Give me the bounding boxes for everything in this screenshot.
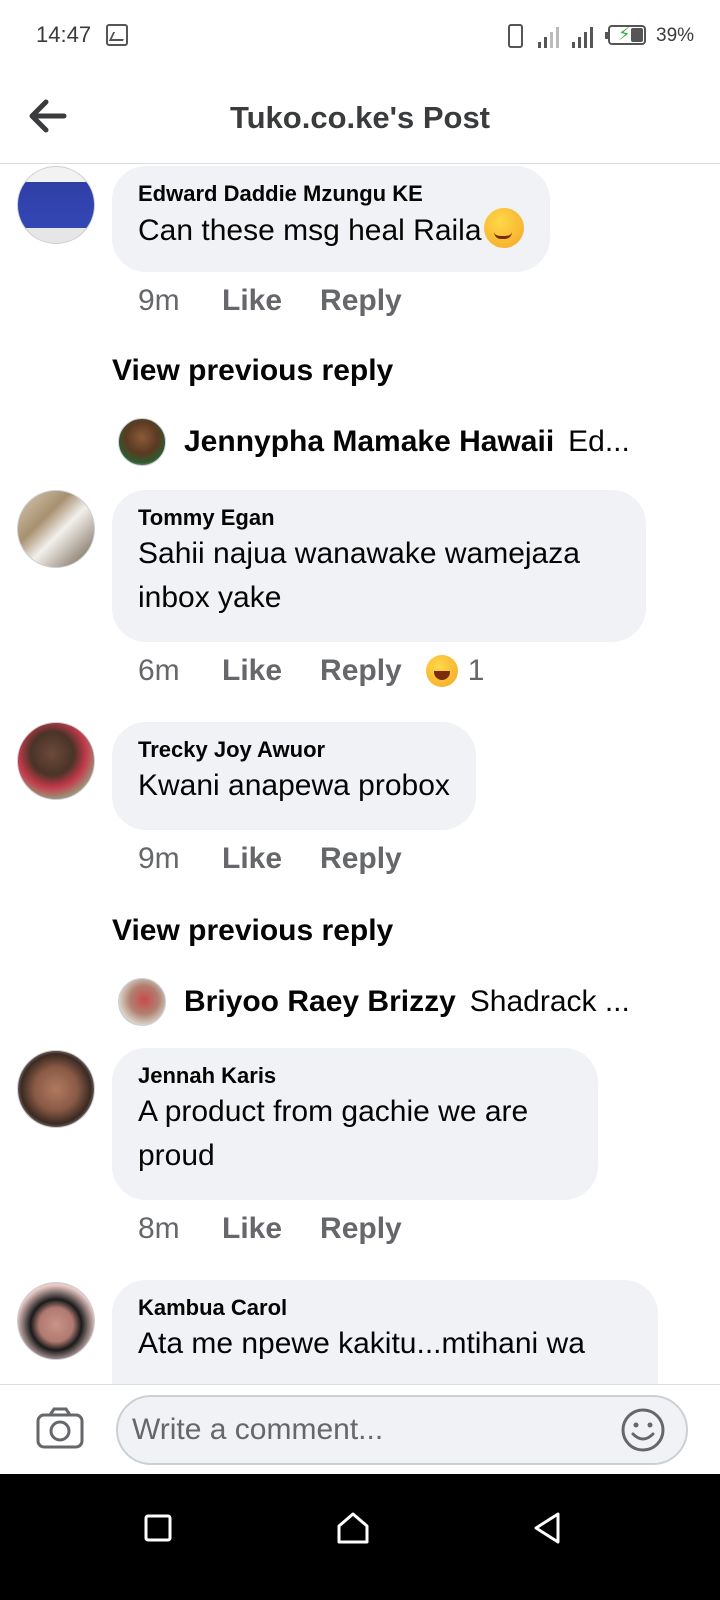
comment-author[interactable]: Tommy Egan xyxy=(138,504,620,532)
comment-actions: 6m Like Reply 1 xyxy=(138,654,484,688)
home-icon[interactable] xyxy=(331,1506,375,1550)
view-previous-reply-link[interactable]: View previous reply xyxy=(112,914,393,948)
battery-icon: ⚡ xyxy=(605,24,646,45)
comment-text: Ata me npewe kakitu...mtihani wa xyxy=(138,1327,585,1360)
comment-author[interactable]: Trecky Joy Awuor xyxy=(138,736,450,764)
comment-bubble[interactable]: Tommy Egan Sahii najua wanawake wamejaza… xyxy=(112,490,646,642)
reaction-count: 1 xyxy=(467,654,485,687)
comment-composer xyxy=(0,1384,720,1474)
reply-button[interactable]: Reply xyxy=(320,842,402,876)
comment-author[interactable]: Kambua Carol xyxy=(138,1294,632,1322)
like-button[interactable]: Like xyxy=(222,842,282,876)
page-title: Tuko.co.ke's Post xyxy=(229,100,491,135)
battery-percent: 39% xyxy=(656,25,695,46)
signal-icon xyxy=(538,24,564,48)
reply-snippet: Shadrack ... xyxy=(469,985,630,1018)
avatar xyxy=(118,418,166,466)
comment-text: Kwani anapewa probox xyxy=(138,769,450,802)
recent-apps-icon[interactable] xyxy=(136,1506,180,1550)
avatar[interactable] xyxy=(17,1050,95,1128)
laughing-emoji-icon xyxy=(425,655,458,687)
reply-preview[interactable]: Briyoo Raey Brizzy Shadrack ... xyxy=(118,978,658,1026)
comment-bubble[interactable]: Kambua Carol Ata me npewe kakitu...mtiha… xyxy=(112,1280,658,1384)
comment-bubble[interactable]: Jennah Karis A product from gachie we ar… xyxy=(112,1048,598,1200)
reply-snippet: Ed... xyxy=(568,425,630,458)
reply-button[interactable]: Reply xyxy=(320,1212,402,1246)
back-triangle-icon[interactable] xyxy=(526,1506,570,1550)
comment-input[interactable] xyxy=(116,1395,688,1465)
comment-author[interactable]: Jennah Karis xyxy=(138,1062,572,1090)
reply-button[interactable]: Reply xyxy=(320,654,402,688)
comment-actions: 9m Like Reply xyxy=(138,284,426,318)
image-notification-icon xyxy=(106,24,128,46)
comment-actions: 9m Like Reply xyxy=(138,842,426,876)
vibrate-icon xyxy=(508,24,523,48)
avatar[interactable] xyxy=(17,490,95,568)
comment-time: 8m xyxy=(138,1212,180,1245)
reply-preview[interactable]: Jennypha Mamake Hawaii Ed... xyxy=(118,418,658,466)
comment-bubble[interactable]: Trecky Joy Awuor Kwani anapewa probox xyxy=(112,722,476,830)
avatar[interactable] xyxy=(17,722,95,800)
avatar[interactable] xyxy=(17,166,95,244)
emoji-picker-icon[interactable] xyxy=(620,1407,666,1453)
comment-author[interactable]: Edward Daddie Mzungu KE xyxy=(138,180,524,208)
comment-time: 9m xyxy=(138,842,180,875)
comment-actions: 8m Like Reply xyxy=(138,1212,426,1246)
comments-list: Edward Daddie Mzungu KE Can these msg he… xyxy=(0,164,720,1384)
reply-button[interactable]: Reply xyxy=(320,284,402,318)
avatar[interactable] xyxy=(17,1282,95,1360)
comment-time: 9m xyxy=(138,284,180,317)
status-time: 14:47 xyxy=(36,22,92,47)
post-header: Tuko.co.ke's Post xyxy=(0,72,720,164)
camera-icon[interactable] xyxy=(36,1407,84,1449)
avatar xyxy=(118,978,166,1026)
reply-author: Briyoo Raey Brizzy xyxy=(184,985,456,1018)
view-previous-reply-link[interactable]: View previous reply xyxy=(112,354,393,388)
like-button[interactable]: Like xyxy=(222,1212,282,1246)
comment-text: Can these msg heal Raila xyxy=(138,208,524,253)
system-navigation-bar xyxy=(0,1474,720,1600)
comment-text: Sahii najua wanawake wamejaza inbox yake xyxy=(138,537,580,614)
comment-bubble[interactable]: Edward Daddie Mzungu KE Can these msg he… xyxy=(112,166,550,272)
like-button[interactable]: Like xyxy=(222,284,282,318)
comment-text: A product from gachie we are proud xyxy=(138,1095,529,1172)
reply-author: Jennypha Mamake Hawaii xyxy=(184,425,555,458)
smirk-emoji-icon xyxy=(483,208,524,248)
signal-icon xyxy=(572,24,598,48)
comment-time: 6m xyxy=(138,654,180,687)
like-button[interactable]: Like xyxy=(222,654,282,688)
reaction-summary[interactable]: 1 xyxy=(425,654,485,688)
status-bar: 14:47 ⚡ 39% xyxy=(0,0,720,72)
